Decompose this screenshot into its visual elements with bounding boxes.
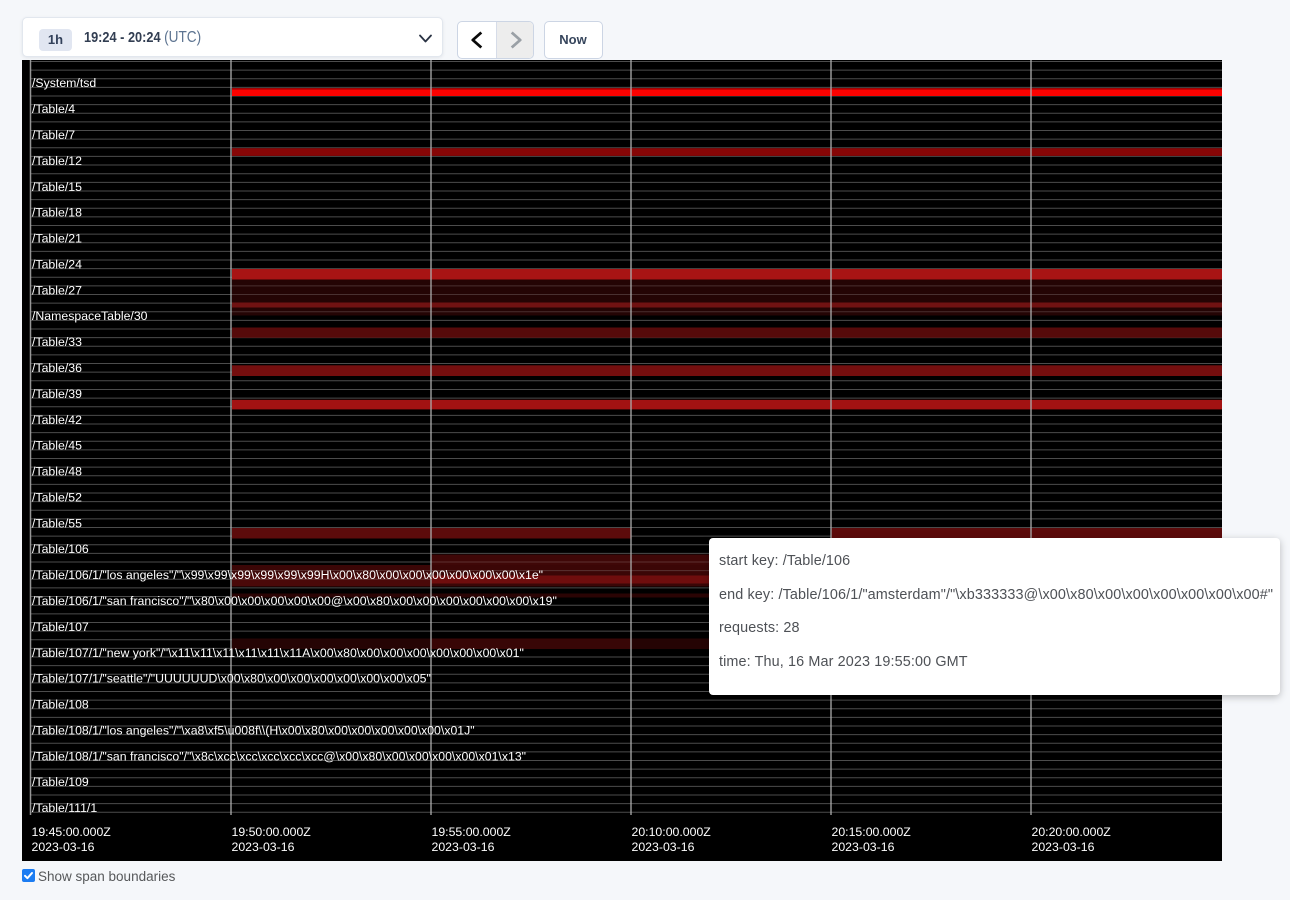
svg-text:20:10:00.000Z: 20:10:00.000Z	[632, 825, 712, 839]
svg-text:/Table/107/1/"seattle"/"UUUUUU: /Table/107/1/"seattle"/"UUUUUUD\x00\x80\…	[32, 672, 431, 686]
svg-text:/Table/108/1/"los angeles"/"\x: /Table/108/1/"los angeles"/"\xa8\xf5\u00…	[32, 724, 475, 738]
svg-text:/Table/107/1/"new york"/"\x11\: /Table/107/1/"new york"/"\x11\x11\x11\x1…	[32, 646, 524, 660]
svg-text:19:50:00.000Z: 19:50:00.000Z	[232, 825, 312, 839]
svg-text:2023-03-16: 2023-03-16	[32, 840, 95, 854]
svg-text:/Table/12: /Table/12	[32, 154, 82, 168]
svg-text:/Table/39: /Table/39	[32, 387, 82, 401]
svg-text:2023-03-16: 2023-03-16	[232, 840, 295, 854]
svg-text:2023-03-16: 2023-03-16	[832, 840, 895, 854]
svg-text:/Table/109: /Table/109	[32, 775, 89, 789]
svg-text:2023-03-16: 2023-03-16	[432, 840, 495, 854]
svg-text:/Table/36: /Table/36	[32, 361, 82, 375]
svg-text:/System/tsd: /System/tsd	[32, 76, 96, 90]
svg-text:/Table/52: /Table/52	[32, 490, 82, 504]
svg-text:/Table/48: /Table/48	[32, 465, 82, 479]
svg-text:/Table/4: /Table/4	[32, 102, 75, 116]
svg-text:/Table/111/1: /Table/111/1	[32, 801, 97, 815]
svg-text:/Table/15: /Table/15	[32, 180, 82, 194]
svg-text:/Table/108: /Table/108	[32, 698, 89, 712]
svg-text:2023-03-16: 2023-03-16	[632, 840, 695, 854]
svg-text:/Table/42: /Table/42	[32, 413, 82, 427]
svg-text:/Table/18: /Table/18	[32, 206, 82, 220]
svg-text:/Table/106/1/"los angeles"/"\x: /Table/106/1/"los angeles"/"\x99\x99\x99…	[32, 568, 543, 582]
svg-text:2023-03-16: 2023-03-16	[1032, 840, 1095, 854]
svg-text:20:15:00.000Z: 20:15:00.000Z	[832, 825, 912, 839]
svg-text:20:20:00.000Z: 20:20:00.000Z	[1032, 825, 1112, 839]
svg-text:/Table/7: /Table/7	[32, 128, 75, 142]
svg-text:19:45:00.000Z: 19:45:00.000Z	[32, 825, 112, 839]
svg-text:19:55:00.000Z: 19:55:00.000Z	[432, 825, 512, 839]
svg-text:/Table/106: /Table/106	[32, 542, 89, 556]
svg-text:/Table/55: /Table/55	[32, 516, 82, 530]
svg-text:/Table/21: /Table/21	[32, 232, 82, 246]
svg-text:/Table/106/1/"san francisco"/": /Table/106/1/"san francisco"/"\x80\x00\x…	[32, 594, 557, 608]
svg-text:/Table/33: /Table/33	[32, 335, 82, 349]
svg-text:/Table/45: /Table/45	[32, 439, 82, 453]
svg-text:/Table/108/1/"san francisco"/": /Table/108/1/"san francisco"/"\x8c\xcc\x…	[32, 749, 526, 763]
svg-text:/Table/24: /Table/24	[32, 257, 82, 271]
svg-text:/Table/27: /Table/27	[32, 283, 82, 297]
svg-text:/Table/107: /Table/107	[32, 620, 89, 634]
svg-text:/NamespaceTable/30: /NamespaceTable/30	[32, 309, 148, 323]
